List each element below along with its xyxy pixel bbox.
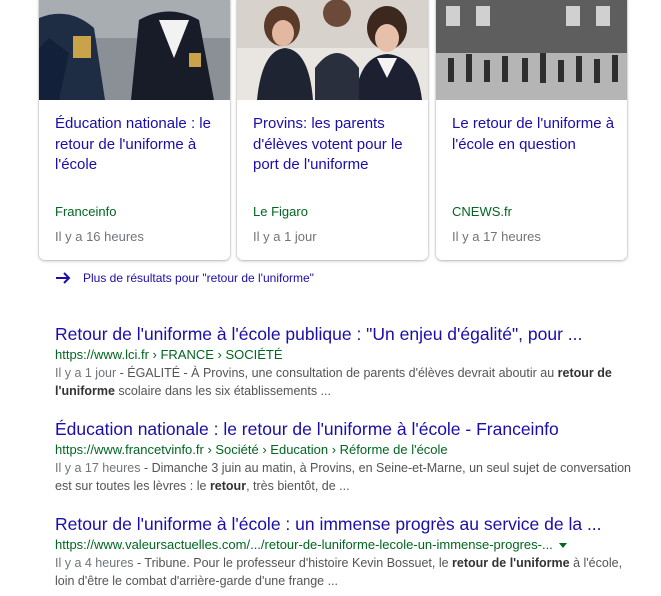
search-result-1: Retour de l'uniforme à l'école publique … (55, 323, 645, 400)
result-snippet: Il y a 4 heures - Tribune. Pour le profe… (55, 554, 640, 590)
result-url-text: https://www.francetvinfo.fr › Société › … (55, 442, 448, 457)
snippet-text: , très bientôt, de ... (246, 479, 350, 493)
result-snippet: Il y a 17 heures - Dimanche 3 juin au ma… (55, 459, 640, 495)
snippet-highlight: retour (209, 479, 247, 493)
news-card-title[interactable]: Éducation nationale : le retour de l'uni… (55, 114, 220, 176)
news-card-source: Le Figaro (253, 204, 308, 219)
news-card-3[interactable]: Le retour de l'uniforme à l'école en que… (436, 0, 627, 260)
result-title-link[interactable]: Éducation nationale : le retour de l'uni… (55, 418, 645, 440)
result-url-text: https://www.lci.fr › FRANCE › SOCIÉTÉ (55, 347, 283, 362)
result-url[interactable]: https://www.lci.fr › FRANCE › SOCIÉTÉ (55, 346, 645, 364)
result-url-text: https://www.valeursactuelles.com/.../ret… (55, 537, 553, 552)
result-url[interactable]: https://www.valeursactuelles.com/.../ret… (55, 536, 645, 554)
news-card-title[interactable]: Provins: les parents d'élèves votent pou… (253, 114, 418, 176)
news-thumbnail-2 (237, 0, 428, 100)
result-date: Il y a 4 heures (55, 556, 134, 570)
news-card-source: CNEWS.fr (452, 204, 512, 219)
snippet-text: - ÉGALITÉ - À Provins, une consultation … (116, 366, 558, 380)
arrow-right-icon (56, 272, 71, 284)
snippet-text: scolaire dans les six établissements ... (114, 384, 331, 398)
news-thumbnail-1 (39, 0, 230, 100)
result-url[interactable]: https://www.francetvinfo.fr › Société › … (55, 441, 645, 459)
news-card-1[interactable]: Éducation nationale : le retour de l'uni… (39, 0, 230, 260)
snippet-highlight: retour de l'uniforme (452, 556, 570, 570)
news-card-source: Franceinfo (55, 204, 117, 219)
news-card-time: Il y a 1 jour (253, 229, 317, 244)
result-snippet: Il y a 1 jour - ÉGALITÉ - À Provins, une… (55, 364, 640, 400)
more-results-label: Plus de résultats pour "retour de l'unif… (83, 271, 314, 285)
news-card-title[interactable]: Le retour de l'uniforme à l'école en que… (452, 114, 617, 155)
search-result-3: Retour de l'uniforme à l'école : un imme… (55, 513, 645, 590)
snippet-text: - Tribune. Pour le professeur d'histoire… (133, 556, 453, 570)
url-dropdown-icon[interactable] (558, 543, 567, 549)
search-result-2: Éducation nationale : le retour de l'uni… (55, 418, 645, 495)
result-title-link[interactable]: Retour de l'uniforme à l'école : un imme… (55, 513, 645, 535)
news-thumbnail-3 (436, 0, 627, 100)
result-date: Il y a 1 jour (55, 366, 117, 380)
more-results-link[interactable]: Plus de résultats pour "retour de l'unif… (55, 271, 314, 285)
news-card-time: Il y a 16 heures (55, 229, 144, 244)
news-card-time: Il y a 17 heures (452, 229, 541, 244)
result-date: Il y a 17 heures (55, 461, 141, 475)
result-title-link[interactable]: Retour de l'uniforme à l'école publique … (55, 323, 645, 345)
news-card-2[interactable]: Provins: les parents d'élèves votent pou… (237, 0, 428, 260)
